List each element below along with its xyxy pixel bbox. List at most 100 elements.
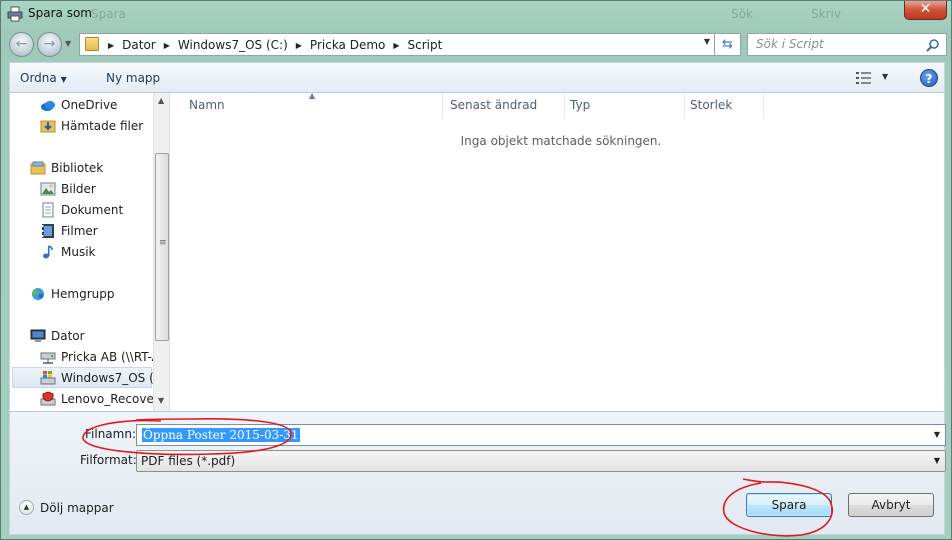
arrow-left-icon: ← (15, 36, 28, 52)
organize-button[interactable]: Ordna ▼ (20, 71, 67, 85)
ghost-toolbar-item: Spara (91, 7, 126, 21)
filename-label: Filnamn: (85, 427, 136, 441)
column-header-name[interactable]: Namn (183, 93, 443, 118)
column-header-type[interactable]: Typ (564, 93, 685, 118)
chevron-down-icon[interactable]: ▼ (704, 37, 710, 46)
nav-item-music[interactable]: Musik (40, 241, 96, 262)
nav-item-label: Bilder (61, 181, 96, 196)
command-bar: Ordna ▼ Ny mapp ▼ ? (9, 62, 945, 93)
arrow-right-icon: → (43, 36, 56, 52)
documents-icon (42, 202, 54, 217)
file-format-select[interactable]: PDF files (*.pdf) ▼ (136, 450, 946, 472)
chevron-down-icon[interactable]: ▼ (934, 456, 940, 465)
search-box[interactable] (747, 33, 947, 56)
chevron-down-icon: ▼ (60, 75, 67, 84)
nav-item-label: Dokument (61, 202, 124, 217)
help-button[interactable]: ? (920, 69, 938, 87)
save-as-dialog: Spara som Spara Sök Skriv ✕ ← → ▼ ▶ Dato… (0, 0, 952, 540)
printer-icon (7, 6, 23, 22)
file-list[interactable]: ▲ Namn Senast ändrad Typ Storlek Inga ob… (171, 91, 944, 411)
nav-item-onedrive[interactable]: OneDrive (40, 94, 117, 115)
file-format-value: PDF files (*.pdf) (141, 454, 236, 468)
filename-field[interactable]: Öppna Poster 2015-03-31 ▼ (136, 424, 946, 446)
back-button[interactable]: ← (9, 32, 34, 57)
close-button[interactable]: ✕ (904, 1, 947, 20)
change-view-button[interactable]: ▼ (856, 70, 896, 87)
column-header-size[interactable]: Storlek (684, 93, 764, 118)
music-icon (43, 244, 53, 258)
chevron-right-icon[interactable]: ▶ (393, 41, 399, 50)
nav-item-videos[interactable]: Filmer (40, 220, 98, 241)
address-bar[interactable]: ▶ Dator ▶ Windows7_OS (C:) ▶ Pricka Demo… (79, 33, 715, 56)
breadcrumb-item[interactable]: Script (408, 38, 443, 52)
details-view-icon (856, 72, 871, 84)
nav-item-windows-drive[interactable]: Windows7_OS (C (12, 367, 162, 388)
chevron-down-icon: ▼ (882, 72, 889, 81)
scroll-down-icon[interactable]: ▼ (158, 396, 164, 405)
nav-pane-scrollbar[interactable]: ▲ ≡ ▼ (153, 93, 169, 411)
content-area: OneDrive Hämtade filer Bibliotek Bilder … (9, 91, 945, 411)
nav-item-pictures[interactable]: Bilder (40, 178, 96, 199)
window-title: Spara som (28, 6, 92, 20)
onedrive-icon (41, 100, 55, 111)
ghost-toolbar-item: Skriv (811, 7, 841, 21)
nav-item-homegroup[interactable]: Hemgrupp (30, 283, 115, 304)
background-app-toolbar: Spara Sök Skriv (91, 7, 891, 27)
scroll-up-icon[interactable]: ▲ (158, 96, 164, 105)
search-input[interactable] (756, 37, 926, 51)
column-header-modified[interactable]: Senast ändrad (444, 93, 565, 118)
breadcrumb-item[interactable]: Dator (122, 38, 156, 52)
close-icon: ✕ (919, 1, 932, 17)
homegroup-icon (32, 287, 44, 300)
refresh-icon: ⇆ (722, 37, 733, 52)
nav-item-label: Windows7_OS (C (61, 370, 163, 385)
nav-item-computer[interactable]: Dator (30, 325, 85, 346)
help-icon: ? (925, 72, 933, 86)
title-bar[interactable]: Spara som Spara Sök Skriv ✕ (1, 1, 951, 29)
libraries-icon (30, 161, 46, 174)
new-folder-button[interactable]: Ny mapp (106, 71, 160, 85)
cancel-button[interactable]: Avbryt (848, 493, 934, 517)
nav-item-label: Hämtade filer (61, 118, 144, 133)
nav-item-label: Musik (61, 244, 96, 259)
save-button[interactable]: Spara (746, 493, 832, 517)
forward-button[interactable]: → (37, 32, 62, 57)
breadcrumb-item[interactable]: Pricka Demo (310, 38, 385, 52)
breadcrumb: ▶ Dator ▶ Windows7_OS (C:) ▶ Pricka Demo… (104, 38, 442, 52)
hide-folders-button[interactable]: ▲ Dölj mappar (19, 500, 114, 515)
chevron-down-icon[interactable]: ▼ (934, 430, 940, 439)
save-form: Filnamn: Öppna Poster 2015-03-31 ▼ Filfo… (9, 411, 946, 535)
nav-item-label: Hemgrupp (51, 286, 115, 301)
organize-label: Ordna (20, 71, 57, 85)
chevron-right-icon[interactable]: ▶ (296, 41, 302, 50)
recent-locations-button[interactable]: ▼ (65, 39, 71, 48)
network-drive-icon (40, 352, 56, 364)
folder-icon (85, 37, 99, 51)
nav-item-network-drive[interactable]: Pricka AB (\\RT-A (40, 346, 160, 367)
windows-drive-icon (40, 370, 56, 384)
search-icon[interactable] (926, 38, 940, 52)
grip-icon: ≡ (159, 238, 167, 248)
navigation-row: ← → ▼ ▶ Dator ▶ Windows7_OS (C:) ▶ Prick… (1, 30, 951, 60)
nav-item-libraries[interactable]: Bibliotek (30, 157, 103, 178)
computer-icon (30, 329, 46, 342)
nav-item-label: OneDrive (61, 97, 118, 112)
refresh-button[interactable]: ⇆ (715, 33, 741, 56)
breadcrumb-item[interactable]: Windows7_OS (C:) (178, 38, 288, 52)
navigation-pane[interactable]: OneDrive Hämtade filer Bibliotek Bilder … (10, 93, 170, 411)
scrollbar-thumb[interactable]: ≡ (155, 153, 169, 341)
hide-folders-label: Dölj mappar (40, 500, 114, 515)
nav-item-recovery-drive[interactable]: Lenovo_Recovery (40, 388, 166, 409)
chevron-right-icon[interactable]: ▶ (108, 41, 114, 50)
nav-item-label: Lenovo_Recovery (61, 391, 166, 406)
chevron-up-icon: ▲ (19, 500, 34, 515)
filename-input-value[interactable]: Öppna Poster 2015-03-31 (142, 428, 300, 442)
nav-item-documents[interactable]: Dokument (40, 199, 123, 220)
pictures-icon (40, 182, 56, 195)
nav-item-label: Pricka AB (\\RT-A (61, 349, 160, 364)
ghost-toolbar-item: Sök (731, 7, 753, 21)
nav-item-downloads[interactable]: Hämtade filer (40, 115, 143, 136)
videos-icon (42, 223, 54, 238)
downloads-folder-icon (40, 120, 56, 132)
chevron-right-icon[interactable]: ▶ (164, 41, 170, 50)
